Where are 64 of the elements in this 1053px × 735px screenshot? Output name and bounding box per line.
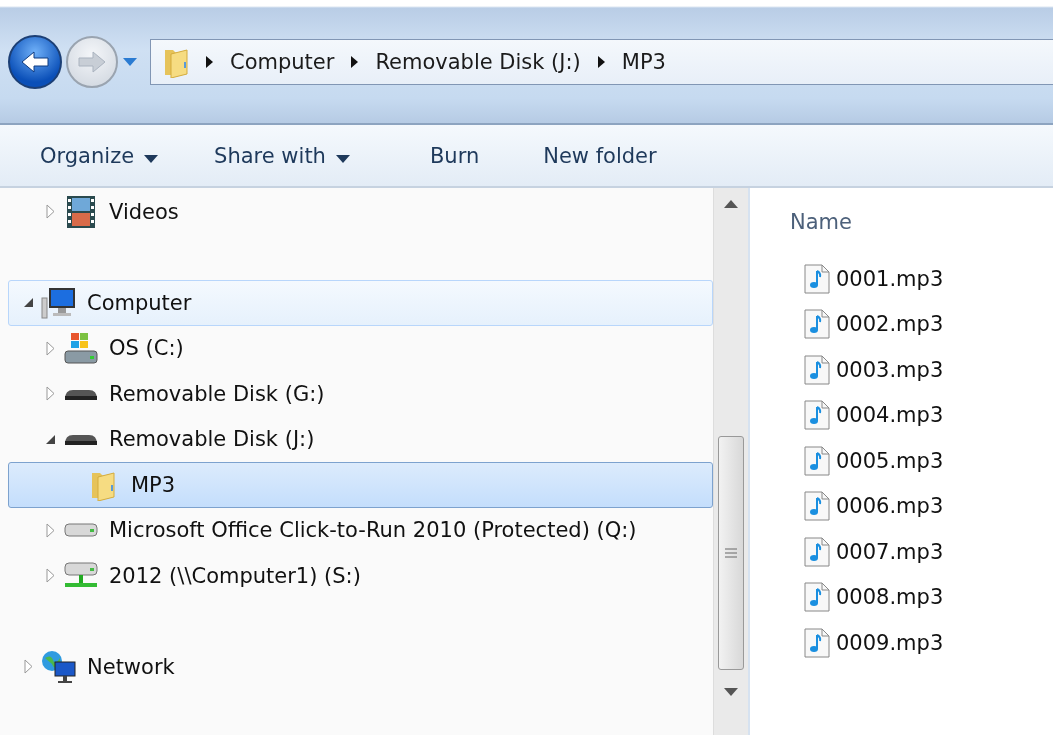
toolbar-button[interactable]: New folder bbox=[531, 135, 669, 176]
computer-icon bbox=[41, 285, 77, 320]
tree-item[interactable]: MP3 bbox=[8, 462, 713, 508]
breadcrumb[interactable]: Computer bbox=[230, 49, 335, 74]
film-icon bbox=[66, 194, 96, 229]
collapsed-arrow-icon[interactable] bbox=[45, 522, 55, 538]
expanded-arrow-icon[interactable] bbox=[44, 433, 56, 445]
tree-item[interactable]: OS (C:) bbox=[8, 325, 713, 371]
breadcrumb[interactable]: MP3 bbox=[621, 49, 666, 74]
scroll-thumb[interactable] bbox=[718, 436, 744, 670]
left-arrow-icon bbox=[20, 49, 50, 74]
collapsed-arrow-icon[interactable] bbox=[45, 340, 55, 356]
grip-icon bbox=[725, 548, 737, 558]
tree-item[interactable]: Removable Disk (J:) bbox=[8, 416, 713, 462]
collapsed-arrow-icon[interactable] bbox=[45, 204, 55, 220]
file-name[interactable]: 0008.mp3 bbox=[836, 585, 944, 610]
music-file-icon bbox=[804, 627, 830, 658]
tree-item[interactable]: Network bbox=[8, 644, 713, 690]
drive-icon bbox=[63, 522, 99, 539]
music-file-icon bbox=[804, 536, 830, 567]
toolbar-button[interactable]: Organize bbox=[28, 135, 171, 176]
expanded-arrow-icon[interactable] bbox=[22, 297, 34, 309]
column-header[interactable]: Name bbox=[790, 194, 1053, 250]
music-file-icon bbox=[804, 309, 830, 340]
chevron-icon[interactable] bbox=[205, 54, 214, 69]
file-name[interactable]: 0009.mp3 bbox=[836, 630, 944, 655]
caret-icon bbox=[335, 154, 350, 163]
scroll-up-icon[interactable] bbox=[724, 200, 738, 208]
music-file-icon bbox=[804, 491, 830, 522]
dropdown-arrow-icon[interactable] bbox=[122, 57, 138, 67]
network-icon bbox=[41, 649, 77, 684]
tree-item[interactable]: Computer bbox=[8, 280, 713, 326]
toolbar-button[interactable]: Burn bbox=[417, 135, 492, 176]
file-name[interactable]: 0002.mp3 bbox=[836, 312, 944, 337]
chevron-icon[interactable] bbox=[596, 54, 606, 69]
tree-item[interactable]: Microsoft Office Click-to-Run 2010 (Protected) (Q:) bbox=[8, 507, 713, 553]
collapsed-arrow-icon[interactable] bbox=[23, 659, 33, 675]
tree-item[interactable]: 2012 (\\Computer1) (S:) bbox=[8, 553, 713, 599]
file-name[interactable]: 0003.mp3 bbox=[836, 357, 944, 382]
scroll-down-icon[interactable] bbox=[724, 688, 738, 696]
music-file-icon bbox=[804, 354, 830, 385]
caret-icon bbox=[144, 154, 159, 163]
chevron-icon[interactable] bbox=[350, 54, 360, 69]
right-arrow-icon bbox=[77, 49, 107, 74]
file-name[interactable]: 0005.mp3 bbox=[836, 448, 944, 473]
breadcrumb[interactable]: Removable Disk (J:) bbox=[375, 49, 581, 74]
drive-icon bbox=[63, 331, 99, 366]
music-file-icon bbox=[804, 263, 830, 294]
collapsed-arrow-icon[interactable] bbox=[45, 386, 55, 402]
tree-item[interactable]: Videos bbox=[8, 189, 713, 235]
music-file-icon bbox=[804, 445, 830, 476]
tree-item[interactable]: Removable Disk (G:) bbox=[8, 371, 713, 417]
file-name[interactable]: 0006.mp3 bbox=[836, 494, 944, 519]
drive-icon bbox=[63, 432, 99, 447]
file-name[interactable]: 0007.mp3 bbox=[836, 539, 944, 564]
back-button[interactable] bbox=[8, 34, 62, 89]
toolbar-button[interactable]: Share with bbox=[202, 135, 362, 176]
scrollbar[interactable] bbox=[713, 188, 748, 735]
music-file-icon bbox=[804, 582, 830, 613]
file-name[interactable]: 0001.mp3 bbox=[836, 266, 944, 291]
music-file-icon bbox=[804, 400, 830, 431]
file-name[interactable]: 0004.mp3 bbox=[836, 403, 944, 428]
address-bar[interactable]: Computer Removable Disk (J:) MP3 bbox=[150, 38, 1053, 85]
collapsed-arrow-icon[interactable] bbox=[45, 568, 55, 584]
